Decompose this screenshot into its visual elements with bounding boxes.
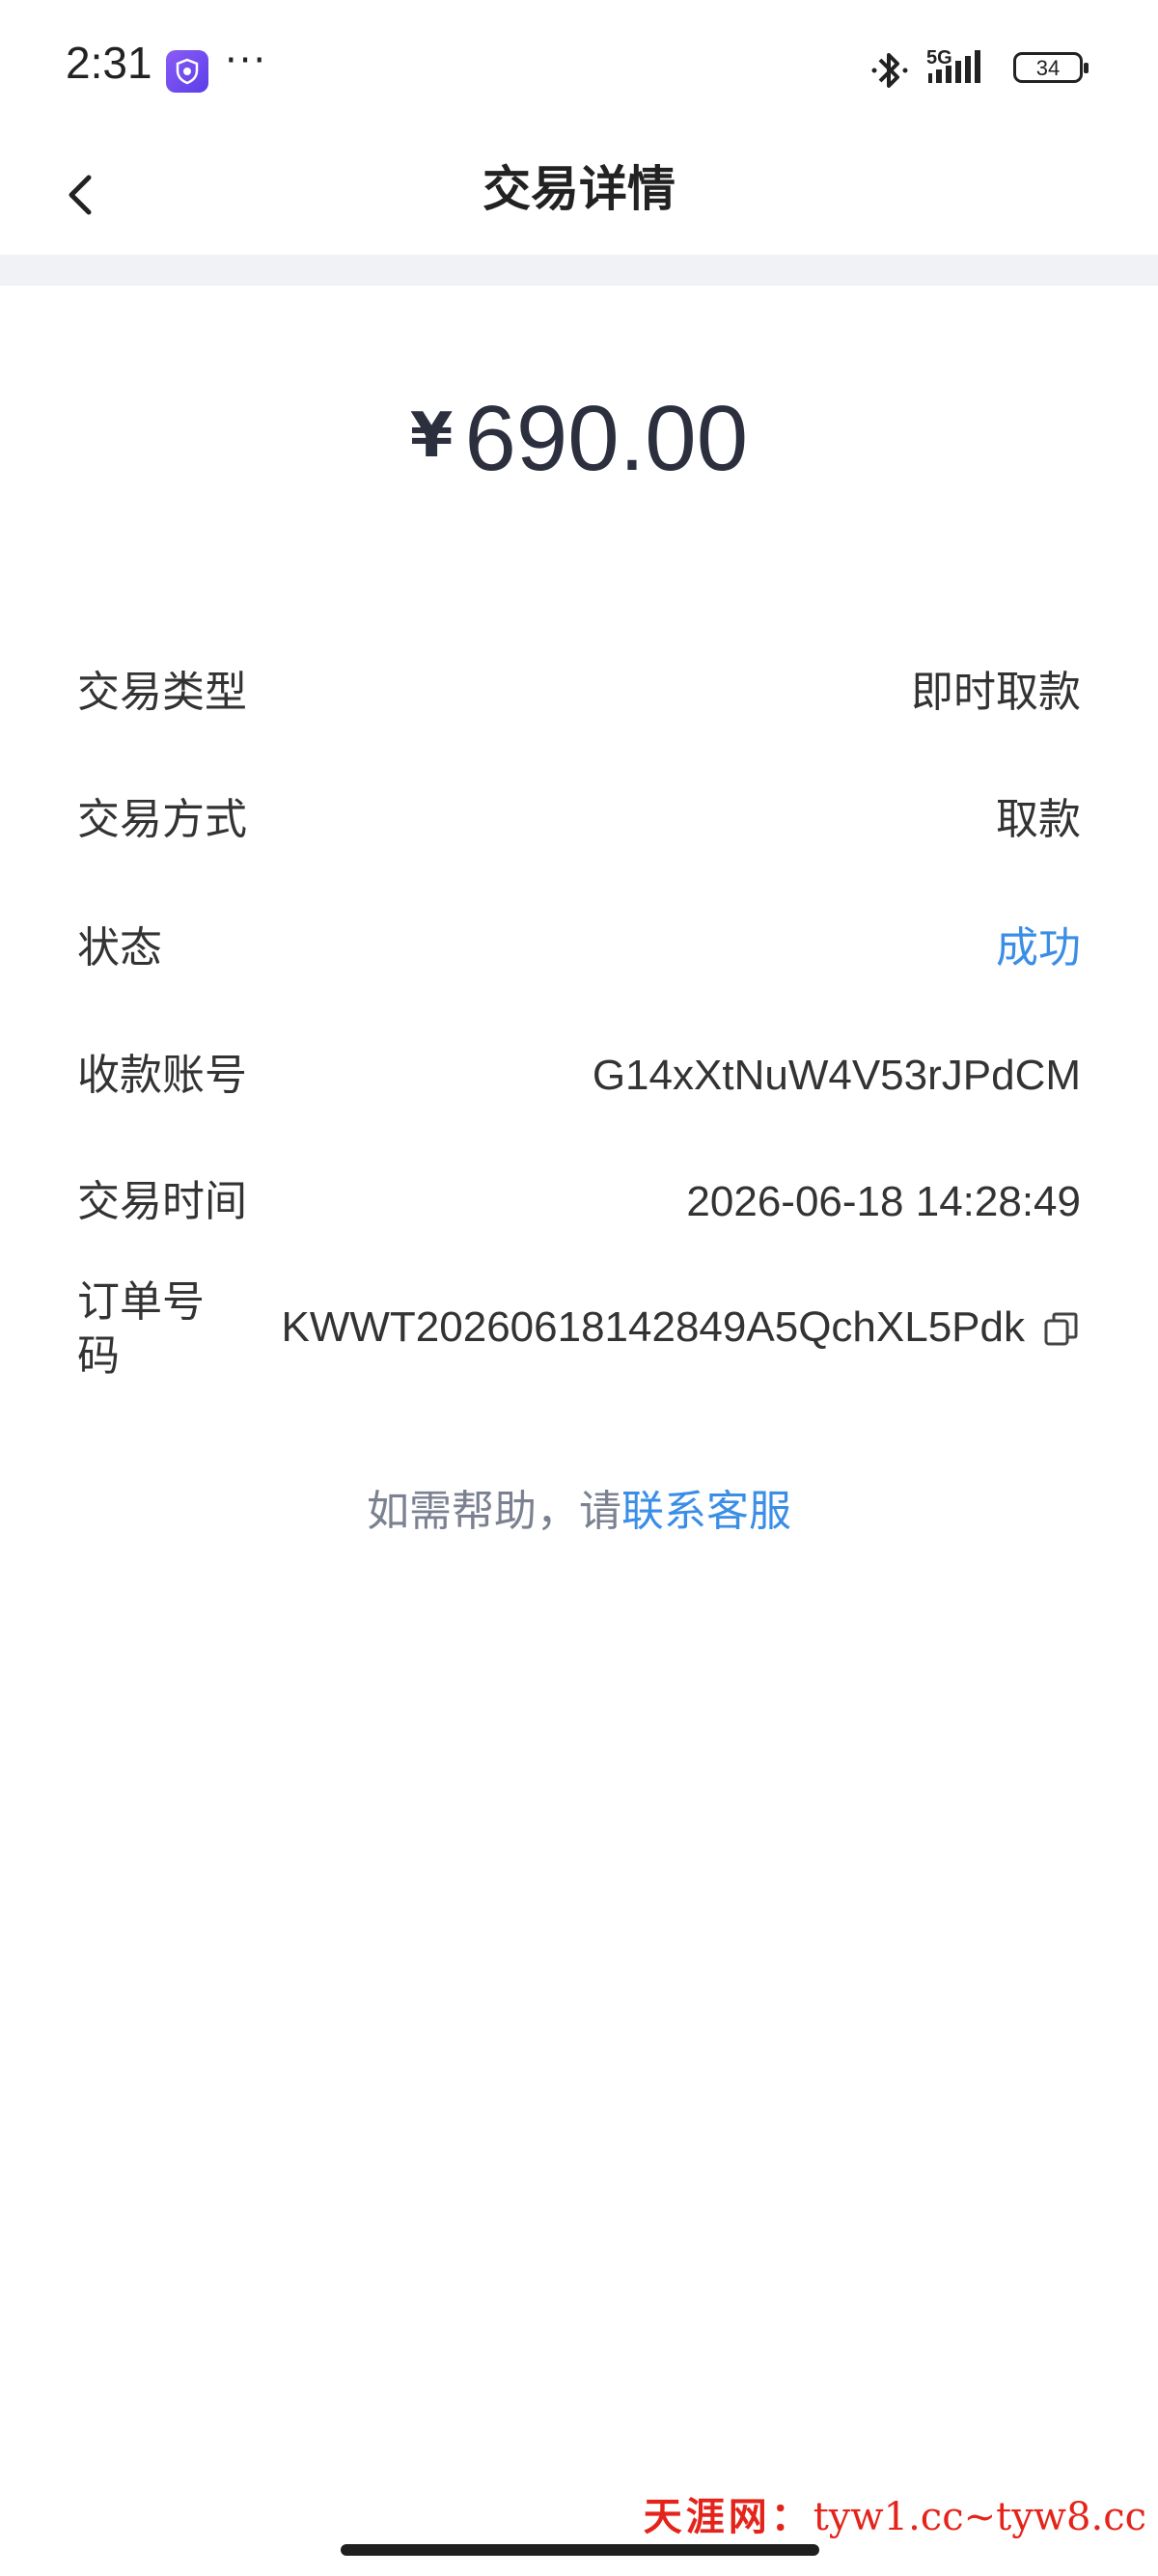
shield-app-icon (166, 50, 208, 93)
more-notifications-icon: ··· (225, 39, 268, 83)
detail-label: 交易方式 (77, 795, 247, 844)
transaction-amount: ¥690.00 (0, 386, 1158, 492)
detail-row-status: 状态 成功 (77, 910, 1081, 987)
detail-value: 取款 (996, 795, 1081, 844)
status-value: 成功 (996, 923, 1081, 973)
contact-support-link[interactable]: 联系客服 (621, 1487, 791, 1536)
help-prefix: 如需帮助，请 (367, 1487, 621, 1536)
network-type-label: 5G (926, 47, 952, 69)
detail-row-order-number: 订单号码 KWWT20260618142849A5QchXL5Pdk (77, 1277, 1081, 1381)
watermark: 天涯网：tyw1.cc~tyw8.cc (644, 2485, 1146, 2541)
cellular-signal-icon: 5G (926, 47, 980, 83)
page-title: 交易详情 (482, 161, 676, 217)
detail-label: 收款账号 (77, 1051, 247, 1100)
header-separator (0, 255, 1158, 286)
detail-row-receiving-account: 收款账号 G14xXtNuW4V53rJPdCM (77, 1037, 1081, 1114)
detail-value: 即时取款 (911, 668, 1081, 717)
status-bar: 2:31 ··· 5G 34 (0, 0, 1158, 135)
detail-row-transaction-time: 交易时间 2026-06-18 14:28:49 (77, 1164, 1081, 1241)
detail-label: 交易类型 (77, 668, 247, 717)
watermark-text: tyw1.cc~tyw8.cc (813, 2495, 1146, 2539)
bluetooth-icon (871, 53, 908, 88)
order-number-value[interactable]: KWWT20260618142849A5QchXL5Pdk (282, 1289, 1026, 1366)
detail-value: 2026-06-18 14:28:49 (686, 1178, 1081, 1225)
help-text: 如需帮助，请联系客服 (0, 1476, 1158, 1538)
watermark-brand: 天涯网： (643, 2494, 813, 2539)
copy-icon[interactable] (1042, 1310, 1081, 1349)
status-time: 2:31 (66, 38, 152, 88)
amount-value: 690.00 (464, 387, 749, 490)
currency-symbol: ¥ (409, 400, 454, 472)
detail-label: 交易时间 (77, 1177, 247, 1226)
detail-value: G14xXtNuW4V53rJPdCM (592, 1052, 1081, 1099)
detail-label: 订单号码 (77, 1277, 205, 1381)
nav-header: 交易详情 (0, 135, 1158, 255)
detail-label: 状态 (77, 923, 162, 973)
detail-row-transaction-method: 交易方式 取款 (77, 781, 1081, 859)
battery-icon: 34 (1013, 52, 1089, 83)
home-indicator[interactable] (341, 2544, 819, 2556)
detail-row-transaction-type: 交易类型 即时取款 (77, 654, 1081, 731)
